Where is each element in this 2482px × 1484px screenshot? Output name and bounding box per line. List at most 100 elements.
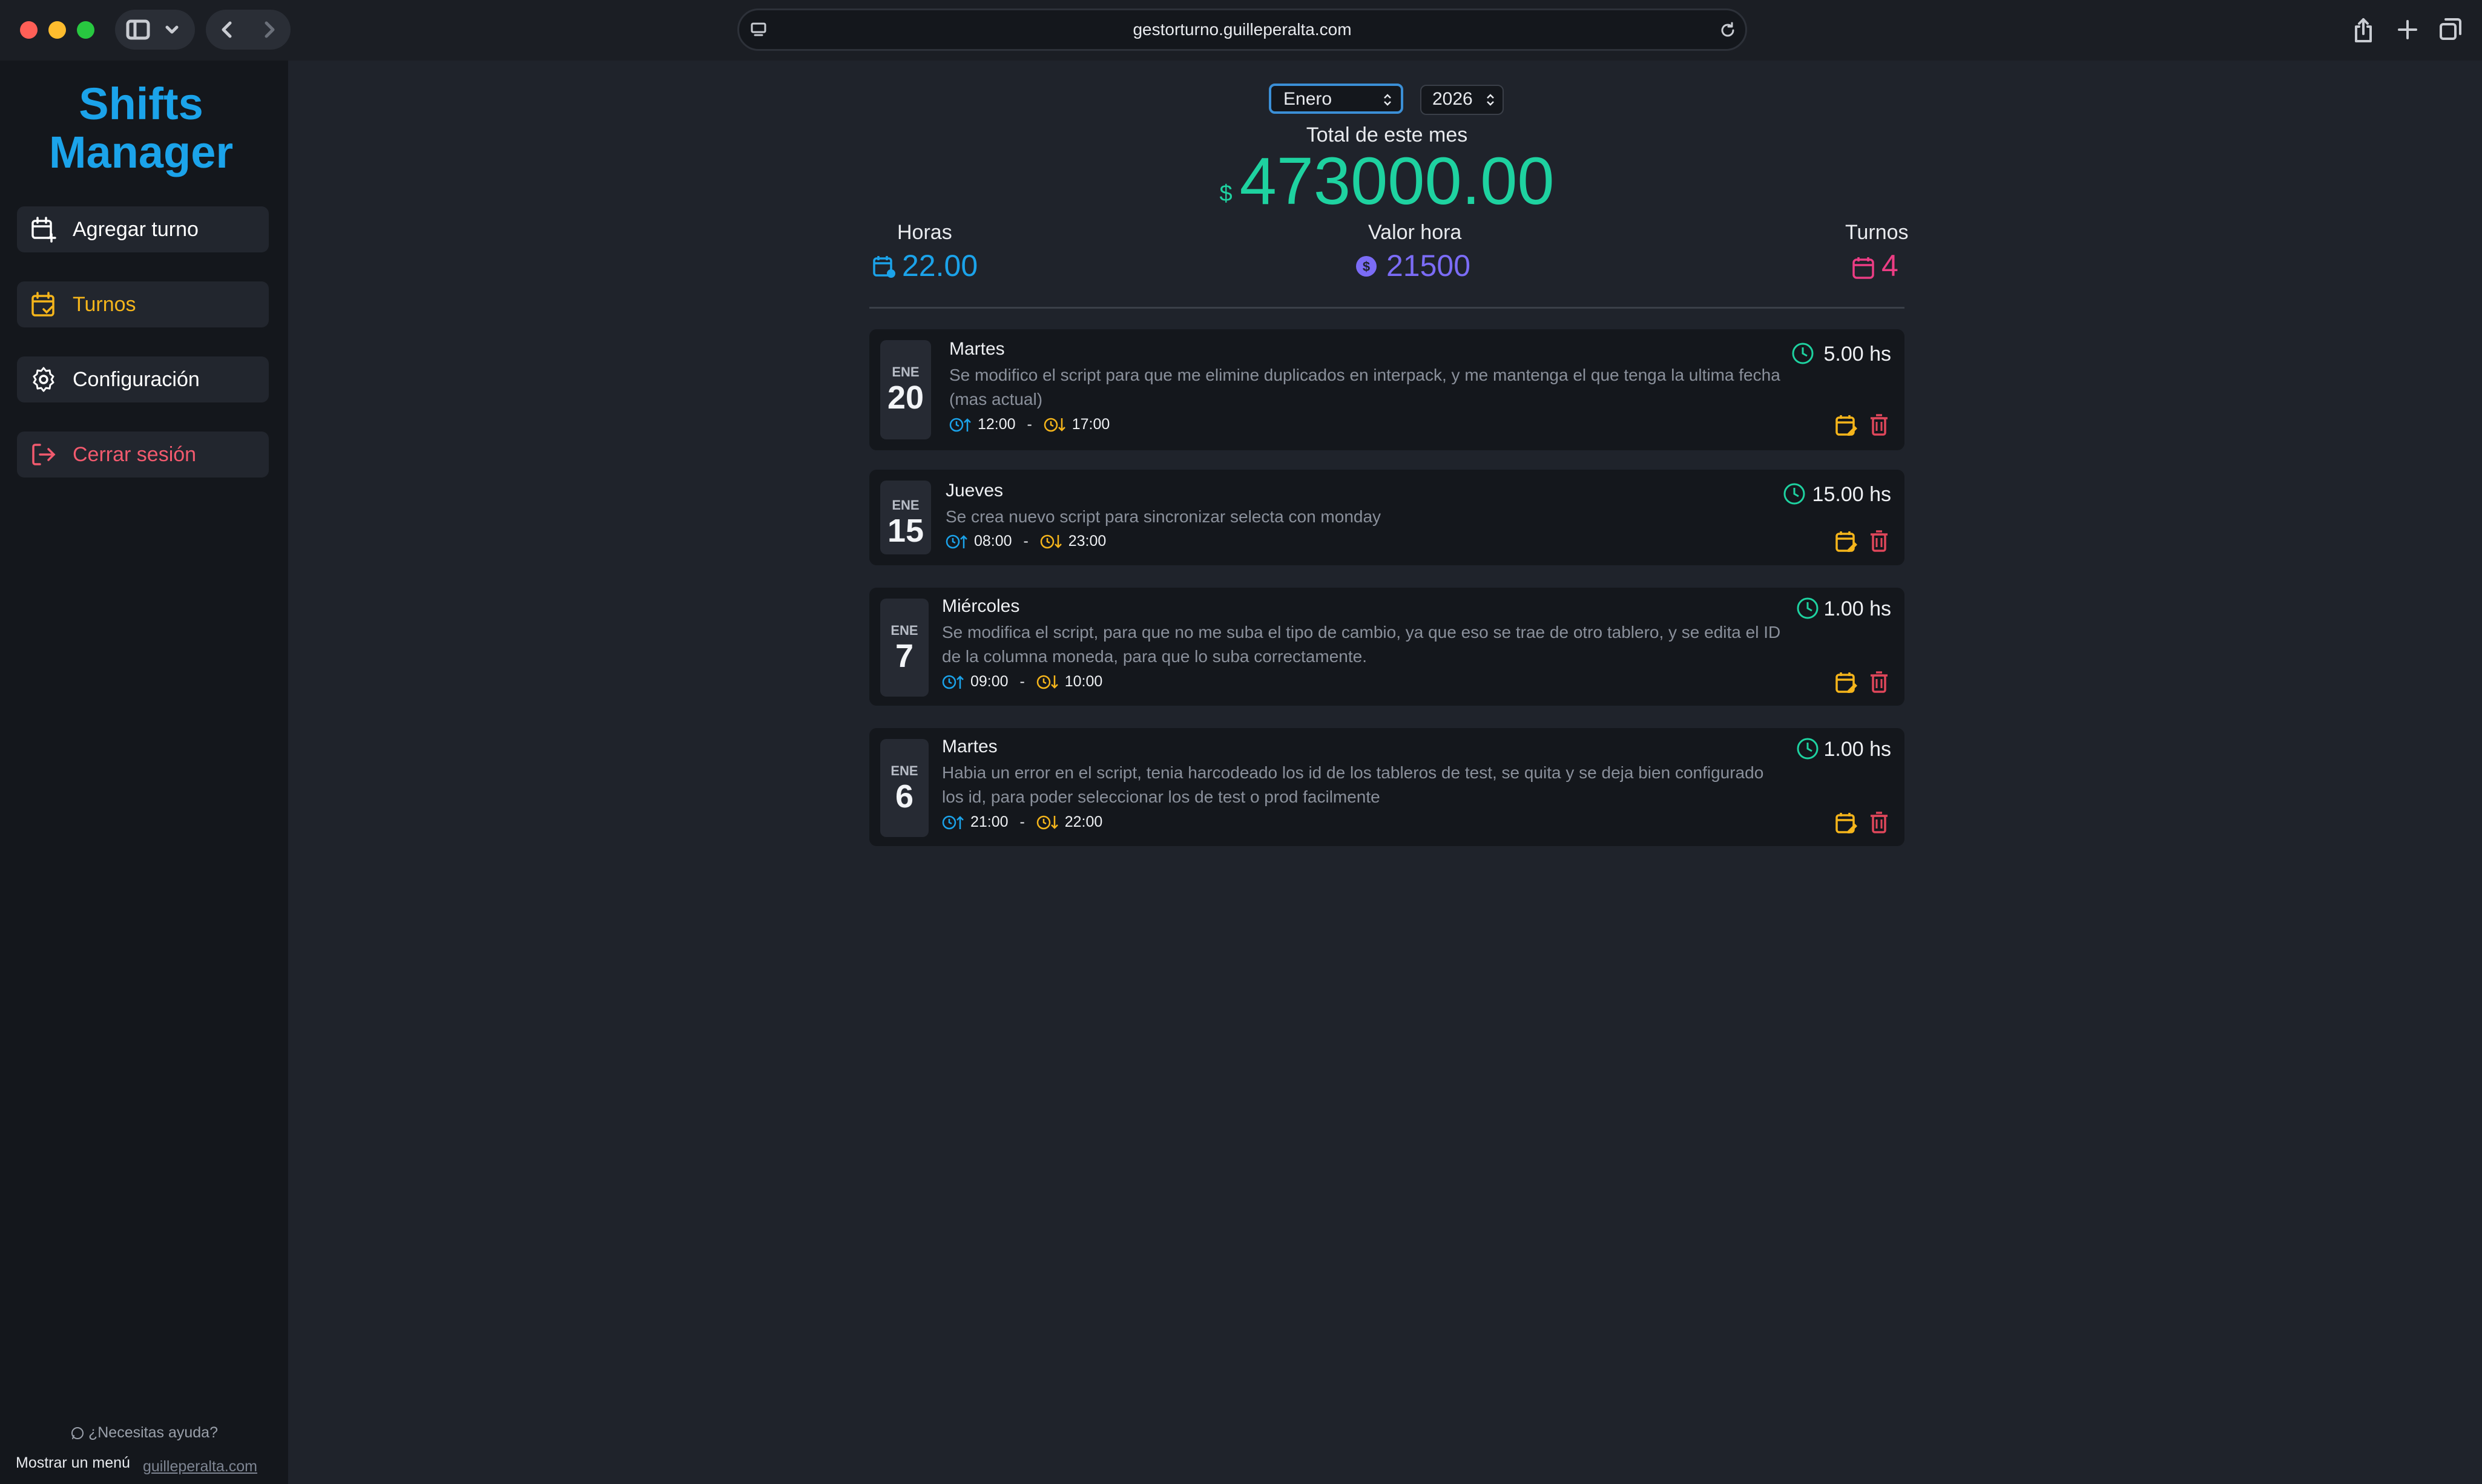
shift-times: 12:00 - 17:00 [949, 416, 1110, 433]
back-arrow-icon[interactable] [218, 21, 236, 39]
browser-toolbar: gestorturno.guilleperalta.com [0, 0, 2482, 61]
clock-start-icon [942, 675, 964, 689]
app-logo[interactable]: Shifts Manager [0, 80, 282, 177]
gear-icon [33, 367, 54, 392]
maximize-window-button[interactable] [77, 21, 94, 39]
sidebar-item-label: Turnos [73, 293, 136, 316]
shift-hours: 1.00 hs [1823, 597, 1891, 620]
dollar-coin-icon: $ [1356, 256, 1377, 277]
calendar-check-icon [31, 292, 54, 317]
clock-icon [1783, 483, 1805, 505]
minimize-window-button[interactable] [48, 21, 66, 39]
shift-start: 21:00 [970, 813, 1009, 830]
navigation-buttons [206, 10, 291, 50]
shift-weekday: Martes [949, 339, 1005, 359]
month-select[interactable]: Enero [1269, 84, 1403, 114]
date-day: 15 [887, 513, 924, 549]
author-site-link[interactable]: guilleperalta.com [143, 1458, 257, 1476]
sidebar-item-cerrar-sesion[interactable]: Cerrar sesión [17, 432, 269, 478]
show-menu-tooltip: Mostrar un menú [16, 1454, 130, 1471]
sidebar-item-label: Agregar turno [73, 218, 199, 241]
shift-end: 10:00 [1064, 673, 1103, 690]
hours-value: 22.00 [902, 249, 978, 283]
date-day: 7 [895, 638, 914, 674]
shift-card[interactable]: ENE 20 Martes Se modifico el script para… [869, 329, 1904, 450]
shift-card[interactable]: ENE 6 Martes Habia un error en el script… [869, 728, 1904, 846]
date-month: ENE [890, 763, 918, 778]
date-day: 6 [895, 778, 914, 815]
clock-icon [1797, 738, 1819, 760]
date-month: ENE [892, 497, 920, 513]
trash-icon[interactable] [1868, 670, 1890, 694]
share-icon[interactable] [2351, 17, 2375, 44]
shift-hours: 15.00 hs [1812, 483, 1891, 506]
currency-symbol: $ [1219, 181, 1233, 206]
shifts-label: Turnos [1845, 221, 1909, 244]
shift-description: Se modifico el script para que me elimin… [949, 366, 1780, 409]
sidebar-item-turnos[interactable]: Turnos [17, 281, 269, 327]
shift-card[interactable]: ENE 15 Jueves Se crea nuevo script para … [869, 470, 1904, 565]
select-arrows-icon [1384, 94, 1391, 106]
edit-calendar-icon[interactable] [1834, 670, 1858, 694]
forward-arrow-icon[interactable] [260, 21, 278, 39]
shift-times: 21:00 - 22:00 [942, 813, 1102, 831]
sidebar-icon [126, 19, 150, 40]
clock-start-icon [946, 535, 967, 549]
shift-description: Se modifica el script, para que no me su… [942, 623, 1781, 666]
date-badge: ENE 6 [880, 739, 929, 837]
shift-description: Habia un error en el script, tenia harco… [942, 763, 1764, 806]
shift-weekday: Martes [942, 737, 998, 757]
shift-end: 17:00 [1071, 416, 1110, 433]
month-select-value: Enero [1283, 89, 1332, 109]
clock-start-icon [942, 816, 964, 830]
sidebar-toggle-button[interactable] [115, 10, 195, 50]
year-select[interactable]: 2026 [1420, 85, 1504, 115]
date-month: ENE [892, 364, 920, 379]
new-tab-icon[interactable] [2396, 18, 2419, 41]
shift-weekday: Jueves [946, 481, 1004, 501]
total-amount: $473000.00 [869, 144, 1904, 219]
time-separator: - [1023, 533, 1029, 550]
date-day: 20 [887, 379, 924, 416]
shift-times: 08:00 - 23:00 [946, 533, 1106, 550]
sidebar-item-configuracion[interactable]: Configuración [17, 356, 269, 402]
clock-end-icon [1036, 816, 1058, 830]
trash-icon[interactable] [1868, 413, 1890, 437]
tab-overview-icon[interactable] [2438, 17, 2463, 41]
date-badge: ENE 15 [880, 481, 931, 554]
sidebar-item-label: Configuración [73, 368, 200, 391]
clock-end-icon [1040, 535, 1062, 549]
date-month: ENE [890, 623, 918, 638]
date-badge: ENE 7 [880, 599, 929, 697]
whatsapp-icon [71, 1427, 84, 1440]
edit-calendar-icon[interactable] [1834, 529, 1858, 553]
url-text: gestorturno.guilleperalta.com [1133, 20, 1352, 39]
edit-calendar-icon[interactable] [1834, 413, 1858, 437]
sidebar-item-label: Cerrar sesión [73, 443, 197, 466]
select-arrows-icon [1487, 94, 1494, 106]
close-window-button[interactable] [20, 21, 38, 39]
sidebar [0, 61, 288, 1484]
shift-hours: 1.00 hs [1823, 738, 1891, 761]
trash-icon[interactable] [1868, 810, 1890, 835]
clock-end-icon [1044, 418, 1065, 432]
hours-label: Horas [897, 221, 952, 244]
time-separator: - [1027, 416, 1032, 433]
brand-line-1: Shifts [79, 79, 203, 129]
time-separator: - [1019, 813, 1025, 830]
logout-icon [32, 444, 56, 465]
shift-card[interactable]: ENE 7 Miércoles Se modifica el script, p… [869, 588, 1904, 706]
shift-hours: 5.00 hs [1823, 343, 1891, 366]
time-separator: - [1019, 673, 1025, 690]
total-amount-value: 473000.00 [1239, 144, 1555, 218]
header-divider [869, 307, 1904, 309]
edit-calendar-icon[interactable] [1834, 810, 1858, 835]
trash-icon[interactable] [1868, 529, 1890, 553]
clock-icon [1792, 343, 1814, 364]
help-link[interactable]: ¿Necesitas ayuda? [0, 1424, 288, 1442]
reload-icon[interactable] [1719, 21, 1737, 39]
calendar-add-icon [31, 217, 56, 243]
sidebar-item-agregar-turno[interactable]: Agregar turno [17, 206, 269, 252]
rate-label: Valor hora [1368, 221, 1462, 244]
address-bar[interactable]: gestorturno.guilleperalta.com [737, 8, 1747, 51]
